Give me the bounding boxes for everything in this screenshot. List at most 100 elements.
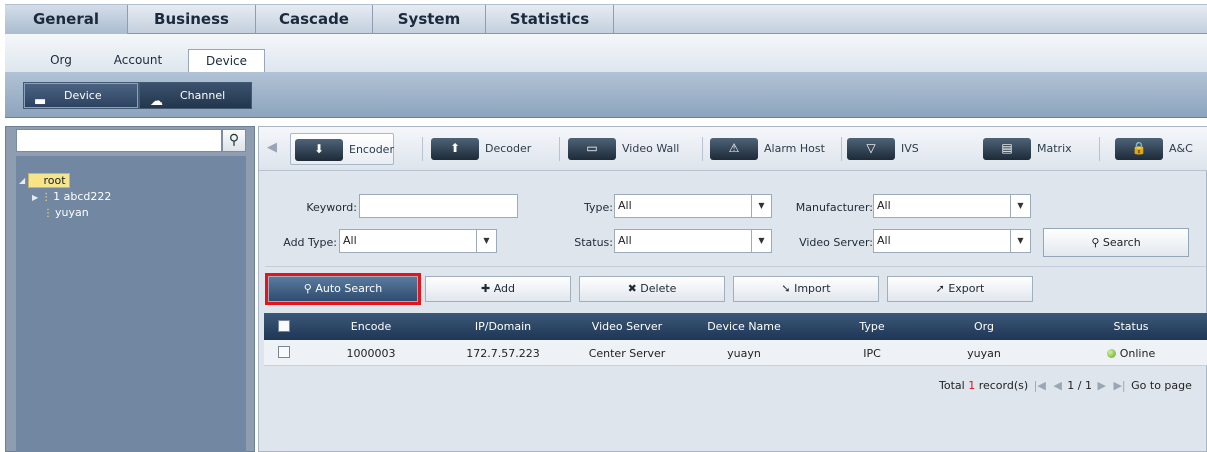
category-decoder[interactable]: ⬆ Decoder <box>427 133 539 165</box>
tree-node-yuyan[interactable]: ⋮ yuyan <box>43 206 89 219</box>
divider <box>1099 137 1100 161</box>
chevron-down-icon[interactable]: ▼ <box>1010 230 1030 252</box>
status-select[interactable]: All ▼ <box>614 229 772 253</box>
tab-business[interactable]: Business <box>128 5 256 34</box>
category-access-control[interactable]: 🔒 A&C <box>1111 133 1207 165</box>
channel-mode-button[interactable]: ☁ Channel <box>139 82 252 109</box>
org-tree-panel: ⚲ ▦ root ◢ ▶ ⋮ 1 abcd222 ⋮ yuyan <box>5 126 255 452</box>
device-mode-button[interactable]: ▬ Device <box>23 82 139 109</box>
tab-cascade[interactable]: Cascade <box>256 5 373 34</box>
column-video-server[interactable]: Video Server <box>572 320 682 333</box>
chevron-down-icon[interactable]: ▼ <box>751 195 771 217</box>
scroll-left-icon[interactable]: ◀ <box>267 140 277 155</box>
column-encode[interactable]: Encode <box>316 320 426 333</box>
add-button[interactable]: ✚ Add <box>425 276 571 302</box>
tab-system[interactable]: System <box>373 5 486 34</box>
add-type-select[interactable]: All ▼ <box>339 229 497 253</box>
export-icon: ➚ <box>935 282 945 295</box>
type-label: Type: <box>584 201 613 214</box>
online-status-icon <box>1106 349 1116 358</box>
search-button-label: Search <box>1102 236 1141 249</box>
subtab-device[interactable]: Device <box>188 49 265 73</box>
last-page-icon[interactable]: ▶| <box>1113 379 1125 392</box>
tree-node-abcd222[interactable]: ▶ ⋮ 1 abcd222 <box>32 190 111 203</box>
tab-general[interactable]: General <box>5 5 128 34</box>
type-value: All <box>618 199 632 212</box>
category-label: A&C <box>1169 142 1193 155</box>
search-button[interactable]: ⚲ Search <box>1043 228 1189 257</box>
channel-icon: ☁ <box>150 94 163 109</box>
auto-search-button[interactable]: ⚲ Auto Search <box>265 273 421 305</box>
table-row[interactable]: 1000003 172.7.57.223 Center Server yuayn… <box>264 340 1207 366</box>
column-org[interactable]: Org <box>929 320 1039 333</box>
chevron-down-icon[interactable]: ▼ <box>1010 195 1030 217</box>
type-select[interactable]: All ▼ <box>614 194 772 218</box>
subtab-account[interactable]: Account <box>108 49 168 72</box>
category-ivs[interactable]: ▽ IVS <box>843 133 963 165</box>
device-icon: ▬ <box>34 94 47 109</box>
mode-bar: ▬ Device ☁ Channel <box>5 72 1207 118</box>
column-ip-domain[interactable]: IP/Domain <box>448 320 558 333</box>
tree-search-input[interactable] <box>16 129 222 152</box>
ivs-icon: ▽ <box>847 138 895 160</box>
category-encoder[interactable]: ⬇ Encoder <box>290 133 394 165</box>
cell-org: yuyan <box>967 347 1001 360</box>
category-label: IVS <box>901 142 919 155</box>
divider <box>841 137 842 161</box>
add-label: Add <box>493 282 515 295</box>
category-label: Encoder <box>349 143 394 156</box>
record-count: 1 <box>968 379 976 392</box>
next-page-icon[interactable]: ▶ <box>1098 379 1106 392</box>
tree-search-button[interactable]: ⚲ <box>222 129 246 152</box>
category-label: Video Wall <box>622 142 680 155</box>
delete-label: Delete <box>640 282 677 295</box>
decoder-icon: ⬆ <box>431 138 479 160</box>
column-type[interactable]: Type <box>817 320 927 333</box>
main-tab-bar: General Business Cascade System Statisti… <box>5 4 1207 34</box>
divider <box>422 137 423 161</box>
goto-page-label[interactable]: Go to page <box>1131 379 1192 392</box>
video-server-select[interactable]: All ▼ <box>873 229 1031 253</box>
expand-arrow-icon[interactable]: ▶ <box>32 193 38 202</box>
delete-button[interactable]: ✖ Delete <box>579 276 725 302</box>
category-video-wall[interactable]: ▭ Video Wall <box>564 133 704 165</box>
category-label: Alarm Host <box>764 142 825 155</box>
total-label: Total <box>939 379 965 392</box>
device-panel: ◀ ⬇ Encoder ⬆ Decoder ▭ Video Wall ⚠ Ala… <box>258 126 1207 452</box>
video-wall-icon: ▭ <box>568 138 616 160</box>
export-button[interactable]: ➚ Export <box>887 276 1033 302</box>
category-label: Decoder <box>485 142 532 155</box>
keyword-input[interactable] <box>359 194 518 218</box>
add-type-value: All <box>343 234 357 247</box>
import-label: Import <box>794 282 831 295</box>
category-alarm-host[interactable]: ⚠ Alarm Host <box>706 133 844 165</box>
chevron-down-icon[interactable]: ▼ <box>751 230 771 252</box>
cell-status: Online <box>1076 347 1186 360</box>
sub-tab-bar: Org Account Device <box>5 34 1207 73</box>
select-all-checkbox[interactable] <box>278 320 290 332</box>
manufacturer-label: Manufacturer: <box>795 201 873 214</box>
status-label: Status: <box>574 236 613 249</box>
manufacturer-select[interactable]: All ▼ <box>873 194 1031 218</box>
org-icon: ⋮ <box>41 192 52 203</box>
column-device-name[interactable]: Device Name <box>689 320 799 333</box>
column-status[interactable]: Status <box>1076 320 1186 333</box>
cell-device-name: yuayn <box>727 347 761 360</box>
divider <box>265 266 1205 267</box>
cell-type: IPC <box>863 347 881 360</box>
cell-encode: 1000003 <box>346 347 396 360</box>
import-button[interactable]: ➘ Import <box>733 276 879 302</box>
chevron-down-icon[interactable]: ▼ <box>476 230 496 252</box>
device-table-header: Encode IP/Domain Video Server Device Nam… <box>264 313 1207 340</box>
prev-page-icon[interactable]: ◀ <box>1053 379 1061 392</box>
first-page-icon[interactable]: |◀ <box>1034 379 1046 392</box>
tree-node-label: yuyan <box>55 206 89 219</box>
row-checkbox[interactable] <box>278 346 290 358</box>
tree-node-root[interactable]: ▦ root <box>28 173 70 188</box>
org-icon: ▦ <box>32 176 42 187</box>
cell-video-server: Center Server <box>588 347 666 360</box>
collapse-arrow-icon[interactable]: ◢ <box>19 176 25 185</box>
tab-statistics[interactable]: Statistics <box>486 5 614 34</box>
category-matrix[interactable]: ▤ Matrix <box>979 133 1099 165</box>
subtab-org[interactable]: Org <box>40 49 82 72</box>
